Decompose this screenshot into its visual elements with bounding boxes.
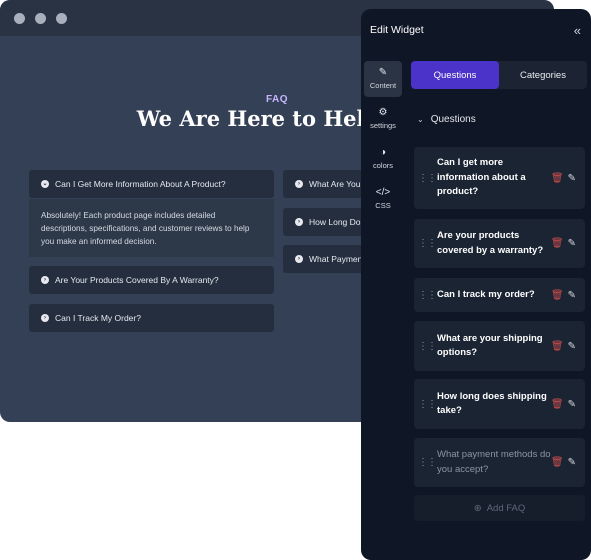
question-text: How long does shipping take? [437, 390, 547, 417]
faq-question-label: Are Your Products Covered By A Warranty? [55, 275, 219, 285]
faq-question-label: How Long Do [309, 217, 361, 227]
faq-question-label: What Paymen [309, 254, 363, 264]
faq-item-product-info[interactable]: ⌄ Can I Get More Information About A Pro… [29, 170, 274, 198]
tab-categories[interactable]: Categories [499, 61, 587, 89]
question-card[interactable]: ⋮⋮ How long does shipping take? 🗑 ✎ [414, 379, 585, 429]
drag-handle-icon[interactable]: ⋮⋮ [418, 173, 437, 184]
edit-icon[interactable]: ✎ [568, 290, 576, 301]
question-card[interactable]: ⋮⋮ What are your shipping options? 🗑 ✎ [414, 321, 585, 371]
window-dot-close[interactable] [14, 12, 25, 24]
nav-item-label: CSS [375, 201, 391, 210]
question-card[interactable]: ⋮⋮ Can I track my order? 🗑 ✎ [414, 278, 585, 312]
section-label: Questions [430, 114, 476, 125]
nav-item-content[interactable]: ✎ Content [364, 61, 402, 97]
add-faq-button[interactable]: ⊕ Add FAQ [414, 495, 585, 521]
question-text: Can I get more information about a produ… [437, 157, 526, 198]
faq-question-label: Can I Track My Order? [55, 313, 141, 323]
chevron-right-icon: › [295, 180, 303, 188]
question-card[interactable]: ⋮⋮ What payment methods do you accept? 🗑… [414, 438, 585, 487]
chevron-right-icon: › [295, 218, 303, 226]
nav-item-label: colors [372, 161, 393, 170]
chevron-down-icon: ⌄ [417, 115, 424, 124]
questions-section-toggle[interactable]: ⌄ Questions [417, 114, 476, 125]
faq-question-label: What Are Your [309, 179, 364, 189]
question-text: What payment methods do you accept? [437, 449, 551, 475]
nav-item-label: settings [370, 121, 396, 130]
trash-icon[interactable]: 🗑 [551, 457, 564, 468]
collapse-icon[interactable]: « [574, 23, 581, 38]
edit-icon[interactable]: ✎ [568, 399, 576, 410]
drag-handle-icon[interactable]: ⋮⋮ [418, 457, 437, 468]
edit-icon[interactable]: ✎ [568, 457, 576, 468]
edit-icon[interactable]: ✎ [568, 238, 576, 249]
add-faq-label: Add FAQ [486, 502, 526, 514]
nav-item-label: Content [369, 81, 397, 90]
chevron-right-icon: › [41, 276, 49, 284]
question-card[interactable]: ⋮⋮ Are your products covered by a warran… [414, 219, 585, 268]
palette-icon: ◑ [379, 147, 387, 158]
drag-handle-icon[interactable]: ⋮⋮ [418, 238, 437, 249]
question-text: Are your products covered by a warranty? [437, 230, 544, 256]
nav-item-colors[interactable]: ◑ colors [364, 141, 402, 177]
nav-item-css[interactable]: </> CSS [364, 181, 402, 217]
chevron-down-icon: ⌄ [41, 180, 49, 188]
edit-widget-panel: Edit Widget « ✎ Content ⚙ settings ◑ col… [361, 9, 591, 560]
side-nav: ✎ Content ⚙ settings ◑ colors </> CSS [361, 61, 405, 221]
code-icon: </> [375, 187, 391, 198]
trash-icon[interactable]: 🗑 [551, 173, 564, 184]
faq-item-warranty[interactable]: › Are Your Products Covered By A Warrant… [29, 266, 274, 294]
faq-item-shipping-time[interactable]: › How Long Do [283, 208, 373, 236]
drag-handle-icon[interactable]: ⋮⋮ [418, 290, 437, 301]
trash-icon[interactable]: 🗑 [551, 290, 564, 301]
tab-bar: Questions Categories [411, 61, 587, 89]
question-card[interactable]: ⋮⋮ Can I get more information about a pr… [414, 147, 585, 209]
drag-handle-icon[interactable]: ⋮⋮ [418, 341, 437, 352]
faq-question-label: Can I Get More Information About A Produ… [55, 179, 226, 189]
trash-icon[interactable]: 🗑 [551, 399, 564, 410]
faq-item-track-order[interactable]: › Can I Track My Order? [29, 304, 274, 332]
edit-icon: ✎ [378, 67, 388, 78]
trash-icon[interactable]: 🗑 [551, 238, 564, 249]
nav-item-settings[interactable]: ⚙ settings [364, 101, 402, 137]
faq-item-shipping-options[interactable]: › What Are Your [283, 170, 373, 198]
panel-title: Edit Widget [370, 24, 424, 36]
chevron-right-icon: › [41, 314, 49, 322]
tab-questions[interactable]: Questions [411, 61, 499, 89]
window-dot-maximize[interactable] [56, 12, 67, 24]
chevron-right-icon: › [295, 255, 303, 263]
plus-circle-icon: ⊕ [473, 502, 482, 514]
edit-icon[interactable]: ✎ [568, 341, 576, 352]
gear-icon: ⚙ [378, 107, 388, 118]
question-text: Can I track my order? [437, 288, 535, 300]
drag-handle-icon[interactable]: ⋮⋮ [418, 399, 437, 410]
question-text: What are your shipping options? [437, 332, 543, 359]
edit-icon[interactable]: ✎ [568, 173, 576, 184]
faq-answer: Absolutely! Each product page includes d… [29, 199, 274, 257]
window-dot-minimize[interactable] [35, 12, 46, 24]
faq-item-payment-methods[interactable]: › What Paymen [283, 245, 373, 273]
trash-icon[interactable]: 🗑 [551, 341, 564, 352]
